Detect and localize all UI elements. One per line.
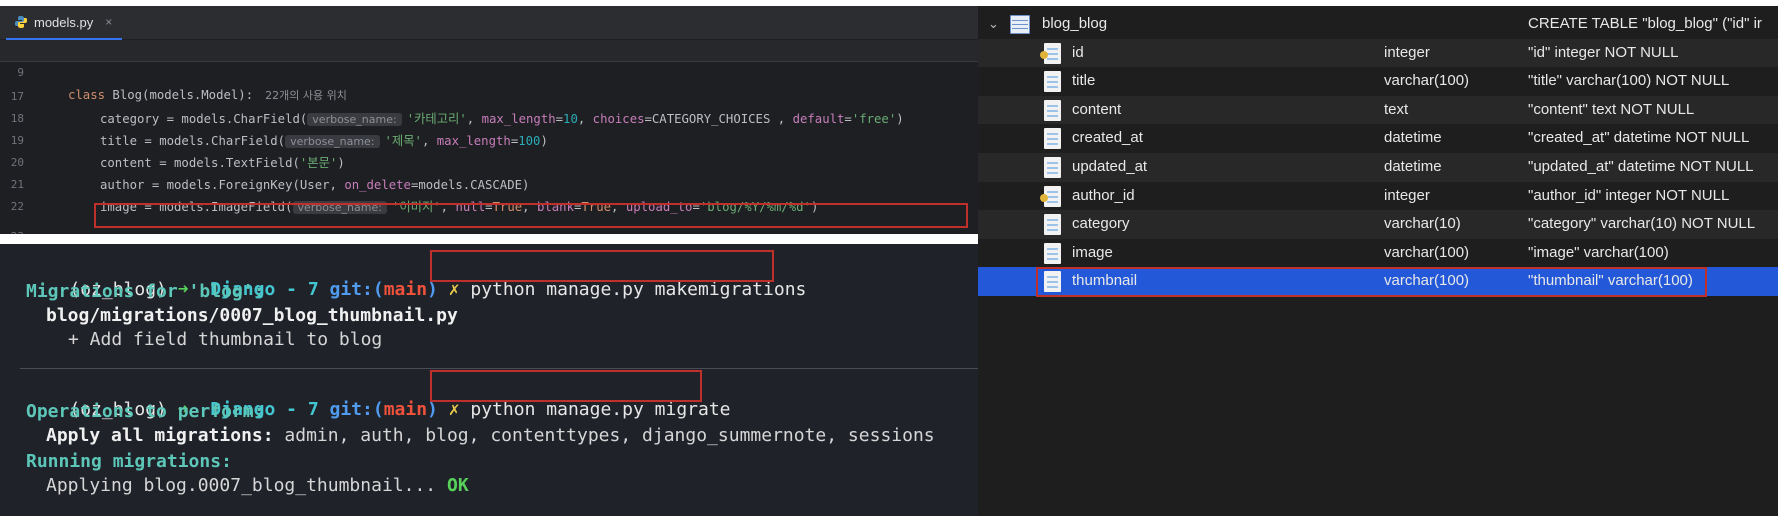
column-type: text (1384, 100, 1409, 118)
python-file-icon (15, 16, 27, 28)
column-row-id[interactable]: id integer "id" integer NOT NULL (978, 38, 1778, 68)
tab-title: models.py (34, 14, 94, 30)
code-line-18[interactable]: 18 title = models.CharField(verbose_name… (0, 86, 978, 148)
column-name: title (1072, 72, 1096, 90)
column-type: varchar(100) (1384, 243, 1470, 261)
highlight-box-makemigrations (430, 250, 774, 282)
tab-close-icon[interactable]: × (105, 15, 112, 29)
git-dirty-icon: ✗ (448, 399, 460, 420)
code-line-17[interactable]: 17 category = models.CharField(verbose_n… (0, 64, 978, 126)
code-line-19[interactable]: 19 content = models.TextField('본문') (0, 108, 978, 170)
column-type: datetime (1384, 129, 1442, 147)
db-schema-panel: ⌄ blog_blog CREATE TABLE "blog_blog" ("i… (978, 6, 1778, 516)
column-definition: "author_id" integer NOT NULL (1528, 186, 1730, 204)
foreign-key-column-icon (1040, 185, 1061, 207)
column-name: author_id (1072, 186, 1135, 204)
git-label-close: ) (427, 279, 438, 300)
code-line-20[interactable]: 20 author = models.ForeignKey(User, on_d… (0, 130, 978, 192)
column-row-title[interactable]: title varchar(100) "title" varchar(100) … (978, 67, 1778, 96)
terminal-divider (20, 368, 978, 369)
column-definition: "title" varchar(100) NOT NULL (1528, 72, 1730, 90)
running-heading: Running migrations: (26, 451, 232, 472)
code-line-21[interactable]: 21 image = models.ImageField(verbose_nam… (0, 152, 978, 214)
primary-key-column-icon (1040, 42, 1061, 64)
table-ddl: CREATE TABLE "blog_blog" ("id" ir (1528, 15, 1762, 32)
output-line: Migrations for 'blog': (26, 280, 264, 304)
output-line: Running migrations: (26, 450, 232, 474)
column-icon (1044, 214, 1061, 236)
column-definition: "content" text NOT NULL (1528, 100, 1695, 118)
sticky-class-header[interactable]: 9 class Blog(models.Model): 22개의 사용 위치 (0, 40, 978, 102)
column-definition: "image" varchar(100) (1528, 243, 1669, 261)
chevron-down-icon[interactable]: ⌄ (988, 10, 999, 39)
column-name: created_at (1072, 129, 1143, 147)
applying-text: Applying blog.0007_blog_thumbnail... (46, 475, 437, 496)
code-editor: models.py × 9 class Blog(models.Model): 2… (0, 6, 978, 234)
column-definition: "updated_at" datetime NOT NULL (1528, 158, 1754, 175)
highlight-box-thumbnail-column (1036, 267, 1707, 297)
column-definition: "id" integer NOT NULL (1528, 43, 1679, 61)
apply-list: admin, auth, blog, contenttypes, django_… (273, 425, 935, 446)
column-icon (1044, 71, 1061, 93)
operations-heading: Operations to perform: (26, 401, 265, 422)
git-label: git:( (329, 399, 384, 420)
highlight-box-thumbnail-field (94, 203, 968, 228)
column-type: varchar(100) (1384, 72, 1470, 90)
highlight-box-migrate (430, 370, 702, 402)
column-icon (1044, 99, 1061, 121)
apply-label: Apply all migrations: (46, 425, 274, 446)
command-makemigrations: python manage.py makemigrations (470, 279, 807, 300)
column-name: content (1072, 100, 1122, 118)
column-icon (1044, 128, 1061, 150)
migration-operation: + Add field thumbnail to blog (68, 329, 383, 350)
column-row-image[interactable]: image varchar(100) "image" varchar(100) (978, 239, 1778, 268)
column-row-content[interactable]: content text "content" text NOT NULL (978, 95, 1778, 125)
column-row-updated-at[interactable]: updated_at datetime "updated_at" datetim… (978, 153, 1778, 182)
table-row-blog-blog[interactable]: ⌄ blog_blog CREATE TABLE "blog_blog" ("i… (978, 10, 1778, 39)
migrations-heading: Migrations for 'blog': (26, 281, 265, 302)
tab-models-py[interactable]: models.py × (6, 6, 123, 40)
output-line: Apply all migrations: admin, auth, blog,… (46, 424, 935, 448)
git-branch: main (383, 399, 428, 420)
output-line: + Add field thumbnail to blog (68, 328, 382, 352)
column-type: integer (1384, 43, 1430, 61)
column-row-created-at[interactable]: created_at datetime "created_at" datetim… (978, 124, 1778, 153)
migration-file-path: blog/migrations/0007_blog_thumbnail.py (46, 305, 458, 326)
ok-status: OK (436, 475, 469, 496)
column-row-author-id[interactable]: author_id integer "author_id" integer NO… (978, 182, 1778, 211)
output-line: Applying blog.0007_blog_thumbnail... OK (46, 474, 469, 498)
table-name: blog_blog (1042, 15, 1108, 32)
terminal[interactable]: (oz_blog) ➜ Django - 7 git:(main) ✗ pyth… (0, 244, 978, 516)
output-line: blog/migrations/0007_blog_thumbnail.py (46, 304, 458, 328)
column-definition: "created_at" datetime NOT NULL (1528, 129, 1750, 147)
column-name: updated_at (1072, 158, 1148, 175)
output-line: Operations to perform: (26, 400, 264, 424)
column-definition: "category" varchar(10) NOT NULL (1528, 215, 1756, 233)
column-name: category (1072, 215, 1130, 233)
column-name: image (1072, 243, 1113, 261)
editor-tab-bar: models.py × (0, 6, 978, 40)
command-migrate: python manage.py migrate (470, 399, 731, 420)
column-icon (1044, 157, 1061, 178)
code-area[interactable]: 9 class Blog(models.Model): 22개의 사용 위치 17… (0, 40, 978, 234)
git-dirty-icon: ✗ (448, 279, 460, 300)
column-icon (1044, 242, 1061, 264)
git-label: git:( (329, 279, 384, 300)
git-label-close: ) (427, 399, 438, 420)
column-row-category[interactable]: category varchar(10) "category" varchar(… (978, 210, 1778, 239)
column-type: datetime (1384, 158, 1442, 175)
column-type: integer (1384, 186, 1430, 204)
column-name: id (1072, 43, 1084, 61)
code-line-24[interactable]: 24 (0, 230, 978, 234)
code-line-22[interactable]: 22 (0, 174, 978, 213)
git-branch: main (383, 279, 428, 300)
column-type: varchar(10) (1384, 215, 1461, 233)
table-icon (1010, 15, 1030, 34)
